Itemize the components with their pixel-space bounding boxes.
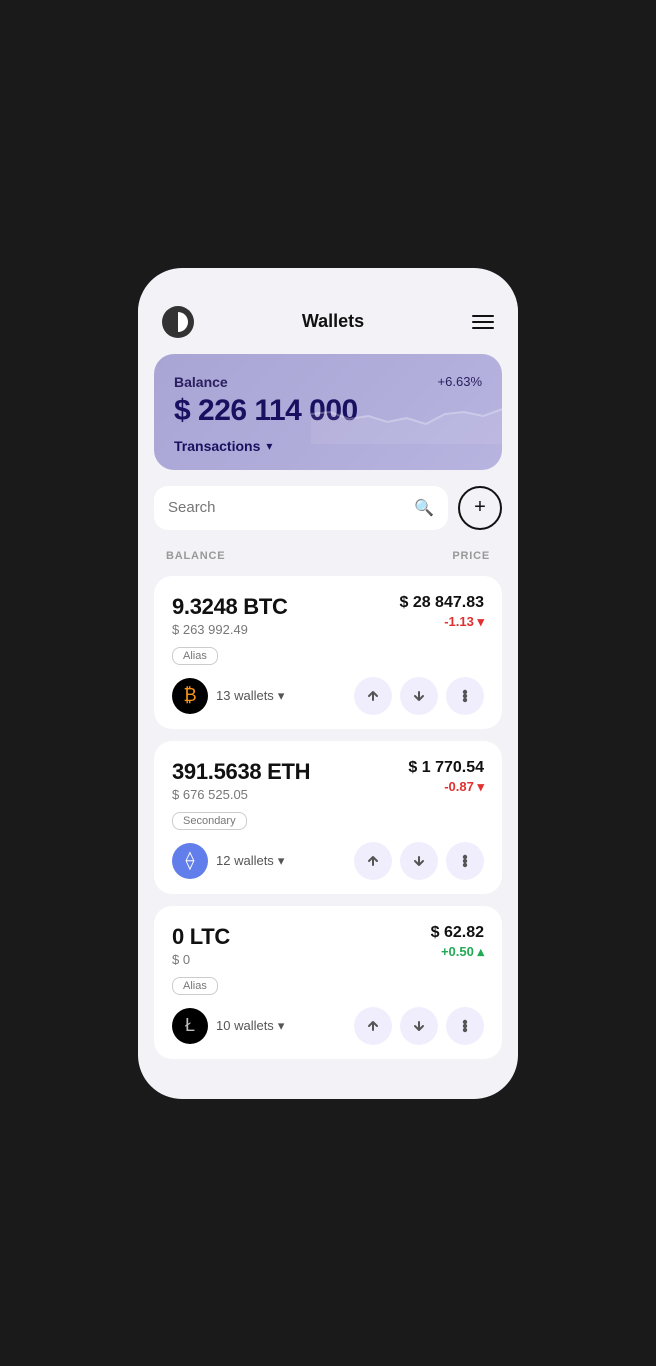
coin-icon-eth: ⟠ (172, 843, 208, 879)
coin-tag: Alias (172, 647, 218, 665)
send-icon (365, 1018, 381, 1034)
receive-button-btc[interactable] (400, 677, 438, 715)
coin-identity: ₿ 13 wallets ▾ (172, 678, 284, 714)
coin-left: 9.3248 BTC $ 263 992.49 (172, 594, 288, 637)
balance-chart (311, 384, 502, 444)
coin-card-top: 391.5638 ETH $ 676 525.05 $ 1 770.54 -0.… (172, 759, 484, 802)
price-column-header: PRICE (452, 550, 490, 562)
coin-list: 9.3248 BTC $ 263 992.49 $ 28 847.83 -1.1… (138, 576, 518, 1059)
send-button-btc[interactable] (354, 677, 392, 715)
search-icon: 🔍 (414, 498, 434, 518)
phone-shell: Wallets Balance +6.63% $ 226 114 000 Tra… (138, 268, 518, 1099)
more-button-eth[interactable] (446, 842, 484, 880)
more-icon (457, 688, 473, 704)
coin-card-eth: 391.5638 ETH $ 676 525.05 $ 1 770.54 -0.… (154, 741, 502, 894)
coin-tag: Alias (172, 977, 218, 995)
coin-amount: 391.5638 ETH (172, 759, 310, 785)
add-wallet-button[interactable]: + (458, 486, 502, 530)
coin-price: $ 1 770.54 (408, 759, 484, 777)
wallets-chevron-icon: ▾ (278, 853, 285, 869)
page-title: Wallets (302, 311, 364, 332)
coin-identity: Ł 10 wallets ▾ (172, 1008, 284, 1044)
coin-card-ltc: 0 LTC $ 0 $ 62.82 +0.50 ▴ Alias Ł 10 wal… (154, 906, 502, 1059)
coin-left: 0 LTC $ 0 (172, 924, 230, 967)
more-icon (457, 1018, 473, 1034)
receive-icon (411, 688, 427, 704)
coin-identity: ⟠ 12 wallets ▾ (172, 843, 284, 879)
search-container: 🔍 (154, 486, 448, 530)
more-button-btc[interactable] (446, 677, 484, 715)
coin-price: $ 62.82 (431, 924, 484, 942)
coin-card-top: 9.3248 BTC $ 263 992.49 $ 28 847.83 -1.1… (172, 594, 484, 637)
more-button-ltc[interactable] (446, 1007, 484, 1045)
balance-card: Balance +6.63% $ 226 114 000 Transaction… (154, 354, 502, 470)
coin-price: $ 28 847.83 (399, 594, 484, 612)
receive-icon (411, 853, 427, 869)
coin-usd-value: $ 676 525.05 (172, 787, 310, 802)
receive-button-ltc[interactable] (400, 1007, 438, 1045)
coin-wallets-btc[interactable]: 13 wallets ▾ (216, 688, 284, 704)
balance-column-header: BALANCE (166, 550, 225, 562)
hamburger-menu-button[interactable] (472, 315, 494, 329)
transactions-chevron-icon: ▾ (266, 439, 272, 453)
receive-icon (411, 1018, 427, 1034)
send-button-eth[interactable] (354, 842, 392, 880)
search-row: 🔍 + (138, 486, 518, 530)
coin-icon-ltc: Ł (172, 1008, 208, 1044)
coin-left: 391.5638 ETH $ 676 525.05 (172, 759, 310, 802)
coin-change: +0.50 ▴ (431, 944, 484, 960)
search-input[interactable] (168, 499, 404, 516)
table-header: BALANCE PRICE (138, 544, 518, 568)
more-icon (457, 853, 473, 869)
coin-right: $ 1 770.54 -0.87 ▾ (408, 759, 484, 795)
logo-icon (162, 306, 194, 338)
coin-actions-btc (354, 677, 484, 715)
send-icon (365, 853, 381, 869)
coin-card-bottom: ₿ 13 wallets ▾ (172, 677, 484, 715)
coin-card-btc: 9.3248 BTC $ 263 992.49 $ 28 847.83 -1.1… (154, 576, 502, 729)
wallets-chevron-icon: ▾ (278, 688, 285, 704)
coin-right: $ 28 847.83 -1.13 ▾ (399, 594, 484, 630)
send-icon (365, 688, 381, 704)
coin-wallets-eth[interactable]: 12 wallets ▾ (216, 853, 284, 869)
header: Wallets (138, 296, 518, 354)
wallets-chevron-icon: ▾ (278, 1018, 285, 1034)
coin-actions-ltc (354, 1007, 484, 1045)
coin-card-bottom: ⟠ 12 wallets ▾ (172, 842, 484, 880)
coin-change: -1.13 ▾ (399, 614, 484, 630)
coin-usd-value: $ 263 992.49 (172, 622, 288, 637)
coin-change: -0.87 ▾ (408, 779, 484, 795)
coin-tag: Secondary (172, 812, 247, 830)
coin-wallets-ltc[interactable]: 10 wallets ▾ (216, 1018, 284, 1034)
coin-right: $ 62.82 +0.50 ▴ (431, 924, 484, 960)
receive-button-eth[interactable] (400, 842, 438, 880)
transactions-label: Transactions (174, 438, 260, 454)
coin-usd-value: $ 0 (172, 952, 230, 967)
coin-amount: 9.3248 BTC (172, 594, 288, 620)
coin-actions-eth (354, 842, 484, 880)
coin-icon-btc: ₿ (172, 678, 208, 714)
send-button-ltc[interactable] (354, 1007, 392, 1045)
coin-card-bottom: Ł 10 wallets ▾ (172, 1007, 484, 1045)
balance-label: Balance (174, 374, 228, 390)
coin-card-top: 0 LTC $ 0 $ 62.82 +0.50 ▴ (172, 924, 484, 967)
coin-amount: 0 LTC (172, 924, 230, 950)
